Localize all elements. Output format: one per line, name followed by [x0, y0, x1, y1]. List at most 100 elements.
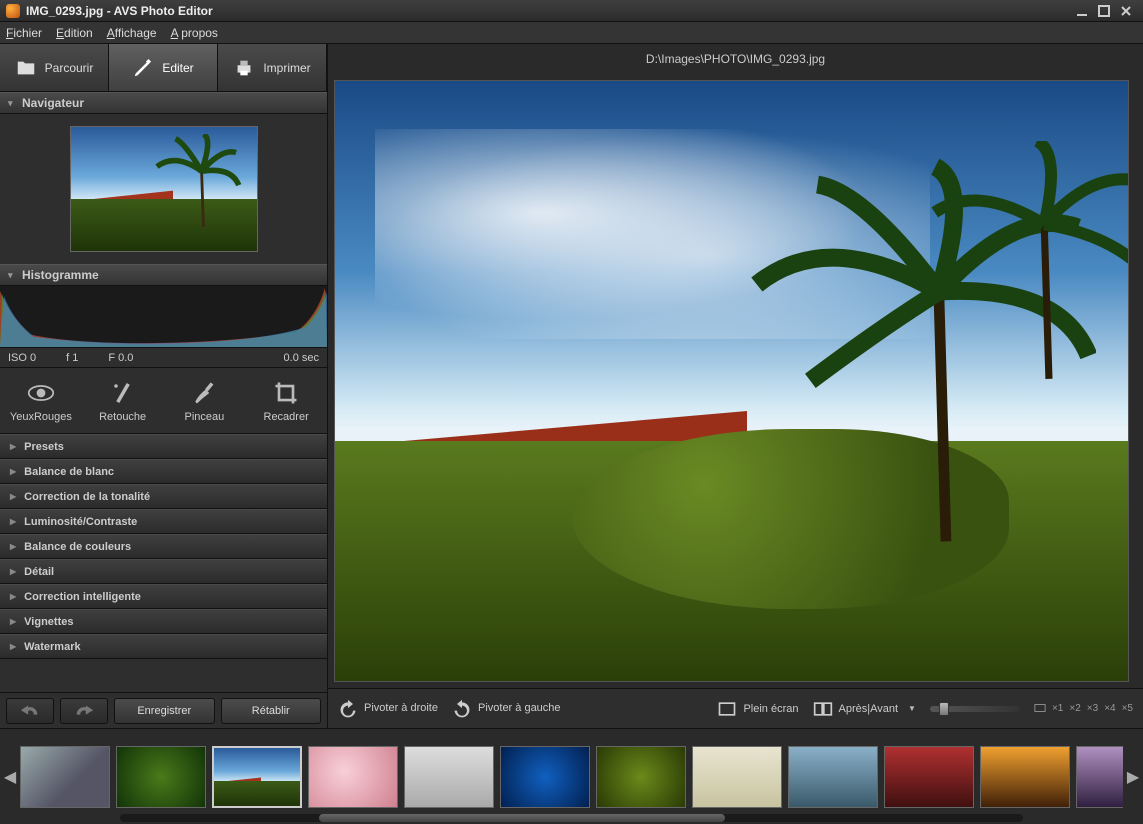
section-histogram-label: Histogramme	[22, 268, 99, 282]
rotate-left-label: Pivoter à gauche	[478, 702, 561, 714]
rotate-left-button[interactable]: Pivoter à gauche	[452, 699, 561, 719]
acc-label: Luminosité/Contraste	[24, 516, 137, 528]
menubar: Fichier Edition Affichage A propos	[0, 22, 1143, 44]
thumb-item[interactable]	[308, 746, 398, 808]
navigator-preview[interactable]	[0, 114, 327, 264]
menu-about[interactable]: A propos	[171, 26, 218, 40]
acc-smart-correction[interactable]: ▶Correction intelligente	[0, 584, 327, 609]
thumb-item[interactable]	[1076, 746, 1123, 808]
crop-icon	[272, 379, 300, 407]
acc-label: Vignettes	[24, 616, 73, 628]
save-button[interactable]: Enregistrer	[114, 698, 215, 724]
fullscreen-icon	[717, 699, 737, 719]
thumb-item[interactable]	[596, 746, 686, 808]
acc-detail[interactable]: ▶Détail	[0, 559, 327, 584]
thumb-item[interactable]	[884, 746, 974, 808]
tab-browse[interactable]: Parcourir	[0, 44, 109, 91]
revert-label: Rétablir	[252, 705, 290, 717]
thumb-item[interactable]	[116, 746, 206, 808]
adjustments-accordion: ▶Presets ▶Balance de blanc ▶Correction d…	[0, 434, 327, 692]
zoom-thumb[interactable]	[939, 702, 949, 716]
tool-crop[interactable]: Recadrer	[245, 368, 327, 433]
eye-icon	[27, 379, 55, 407]
acc-tone-correction[interactable]: ▶Correction de la tonalité	[0, 484, 327, 509]
maximize-button[interactable]	[1093, 3, 1115, 19]
tool-brush[interactable]: Pinceau	[164, 368, 246, 433]
tab-edit[interactable]: Editer	[109, 44, 218, 91]
exif-fnumber: F 0.0	[108, 352, 133, 364]
acc-vignettes[interactable]: ▶Vignettes	[0, 609, 327, 634]
tool-redeye-label: YeuxRouges	[10, 411, 72, 423]
rotate-right-label: Pivoter à droite	[364, 702, 438, 714]
tab-print[interactable]: Imprimer	[218, 44, 327, 91]
zoom-4x[interactable]: ×4	[1104, 703, 1115, 714]
thumb-item[interactable]	[980, 746, 1070, 808]
thumb-item[interactable]	[692, 746, 782, 808]
acc-label: Correction intelligente	[24, 591, 141, 603]
fit-screen-icon[interactable]	[1034, 703, 1046, 713]
rotate-left-icon	[452, 699, 472, 719]
before-after-button[interactable]: Après|Avant ▼	[813, 699, 916, 719]
filmstrip-prev[interactable]: ◀	[0, 733, 20, 820]
acc-label: Balance de blanc	[24, 466, 114, 478]
left-panel: Parcourir Editer Imprimer ▾ Navigateur ▾…	[0, 44, 328, 728]
acc-brightness-contrast[interactable]: ▶Luminosité/Contraste	[0, 509, 327, 534]
tool-row: YeuxRouges Retouche Pinceau Recadrer	[0, 368, 327, 434]
filmstrip: ◀ ▶	[0, 728, 1143, 824]
undo-row: Enregistrer Rétablir	[0, 692, 327, 728]
navigator-thumb[interactable]	[70, 126, 258, 252]
minimize-button[interactable]	[1071, 3, 1093, 19]
zoom-1x[interactable]: ×1	[1052, 703, 1063, 714]
zoom-slider[interactable]	[930, 706, 1020, 712]
revert-button[interactable]: Rétablir	[221, 698, 322, 724]
zoom-3x[interactable]: ×3	[1087, 703, 1098, 714]
thumb-item[interactable]	[20, 746, 110, 808]
acc-label: Presets	[24, 441, 64, 453]
menu-file[interactable]: Fichier	[6, 26, 42, 40]
tool-retouch[interactable]: Retouche	[82, 368, 164, 433]
acc-white-balance[interactable]: ▶Balance de blanc	[0, 459, 327, 484]
acc-color-balance[interactable]: ▶Balance de couleurs	[0, 534, 327, 559]
scrollbar-thumb[interactable]	[319, 814, 725, 822]
menu-view[interactable]: Affichage	[107, 26, 157, 40]
printer-icon	[233, 57, 255, 79]
redo-button[interactable]	[60, 698, 108, 724]
exif-aperture: f 1	[66, 352, 78, 364]
thumb-item[interactable]	[500, 746, 590, 808]
thumb-item-selected[interactable]	[212, 746, 302, 808]
zoom-steps: ×1 ×2 ×3 ×4 ×5	[1034, 703, 1133, 714]
close-button[interactable]	[1115, 3, 1137, 19]
exif-shutter: 0.0 sec	[284, 352, 319, 364]
acc-presets[interactable]: ▶Presets	[0, 434, 327, 459]
app-icon	[6, 4, 20, 18]
filmstrip-next[interactable]: ▶	[1123, 733, 1143, 820]
thumb-item[interactable]	[788, 746, 878, 808]
brush-icon	[190, 379, 218, 407]
acc-watermark[interactable]: ▶Watermark	[0, 634, 327, 659]
window-title: IMG_0293.jpg - AVS Photo Editor	[26, 4, 213, 18]
image-canvas[interactable]	[334, 80, 1129, 682]
chevron-down-icon: ▾	[8, 270, 16, 281]
menu-edit[interactable]: Edition	[56, 26, 93, 40]
zoom-5x[interactable]: ×5	[1122, 703, 1133, 714]
acc-label: Balance de couleurs	[24, 541, 131, 553]
tool-brush-label: Pinceau	[184, 411, 224, 423]
thumb-item[interactable]	[404, 746, 494, 808]
acc-label: Détail	[24, 566, 54, 578]
section-histogram-header[interactable]: ▾ Histogramme	[0, 264, 327, 286]
section-navigator-header[interactable]: ▾ Navigateur	[0, 92, 327, 114]
histogram	[0, 286, 327, 348]
rotate-right-button[interactable]: Pivoter à droite	[338, 699, 438, 719]
fullscreen-button[interactable]: Plein écran	[717, 699, 798, 719]
tab-edit-label: Editer	[162, 61, 193, 75]
tab-print-label: Imprimer	[263, 61, 310, 75]
titlebar: IMG_0293.jpg - AVS Photo Editor	[0, 0, 1143, 22]
zoom-2x[interactable]: ×2	[1069, 703, 1080, 714]
filmstrip-scrollbar[interactable]	[120, 814, 1023, 822]
filmstrip-thumbs	[20, 741, 1123, 813]
file-path: D:\Images\PHOTO\IMG_0293.jpg	[328, 44, 1143, 74]
tool-crop-label: Recadrer	[264, 411, 309, 423]
tool-redeye[interactable]: YeuxRouges	[0, 368, 82, 433]
mode-tabs: Parcourir Editer Imprimer	[0, 44, 327, 92]
undo-button[interactable]	[6, 698, 54, 724]
